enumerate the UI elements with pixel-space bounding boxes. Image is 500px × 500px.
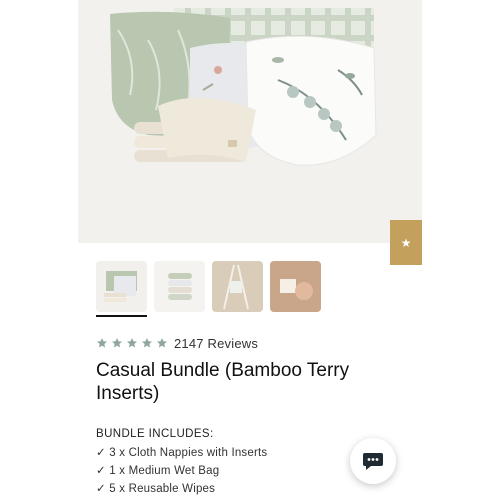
product-hero-image[interactable] — [78, 0, 422, 243]
star-icon — [126, 337, 138, 349]
reviews-count-link[interactable]: 2147 Reviews — [174, 336, 258, 351]
thumbnail-active-indicator — [96, 315, 147, 317]
product-illustration — [78, 0, 422, 243]
bundle-item: ✓ 5 x Reusable Wipes — [96, 483, 216, 495]
product-title: Casual Bundle (Bamboo Terry Inserts) — [96, 360, 350, 404]
bundle-item: ✓ 3 x Cloth Nappies with Inserts — [96, 447, 268, 459]
star-icon — [141, 337, 153, 349]
star-icon: ★ — [400, 235, 412, 250]
product-page: ★ 2147 Reviews Casual Bundle (Bamboo Ter… — [0, 0, 500, 500]
thumbnail-nappies-stack[interactable] — [154, 261, 205, 312]
eucalyptus-nappy — [245, 35, 377, 166]
star-icon — [96, 337, 108, 349]
bundle-item: ✓ 1 x Medium Wet Bag — [96, 465, 220, 477]
bundle-includes-heading: BUNDLE INCLUDES: — [96, 428, 214, 440]
thumbnail-drying-rack[interactable] — [212, 261, 263, 312]
star-icon — [111, 337, 123, 349]
thumbnail-bundle[interactable] — [96, 261, 147, 312]
product-rating[interactable]: 2147 Reviews — [96, 335, 258, 351]
star-icon — [156, 337, 168, 349]
chat-icon — [363, 453, 383, 470]
thumbnail-hand-wipe[interactable] — [270, 261, 321, 312]
chat-button[interactable] — [350, 438, 396, 484]
thumbnail-strip — [96, 261, 321, 317]
bundle-items-list: ✓ 3 x Cloth Nappies with Inserts ✓ 1 x M… — [96, 446, 267, 500]
rewards-tab[interactable]: ★ — [390, 220, 422, 265]
